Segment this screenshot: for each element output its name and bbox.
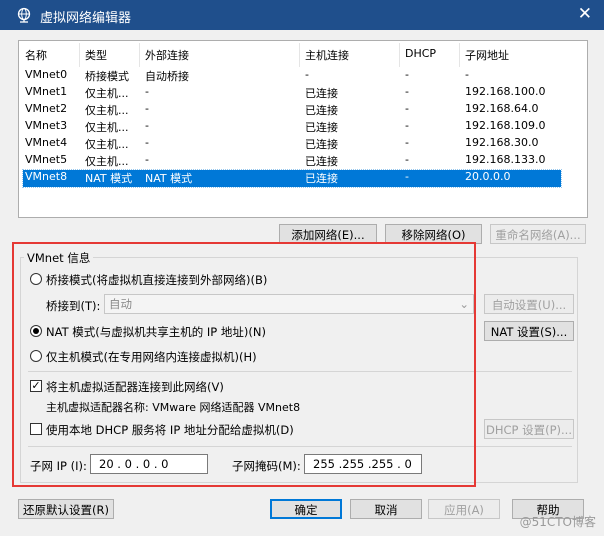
cell-external: - [145,153,149,166]
cell-external: - [145,102,149,115]
cell-host: 已连接 [305,121,338,134]
cell-dhcp: - [405,136,409,149]
cell-type: 仅主机... [85,155,129,168]
network-globe-icon [17,7,31,23]
column-header-name[interactable]: 名称 [25,47,47,63]
cell-host: 已连接 [305,138,338,151]
network-table[interactable]: 名称 类型 外部连接 主机连接 DHCP 子网地址 VMnet0 桥接模式 自动… [18,40,588,218]
cell-external: - [145,119,149,132]
column-header-external[interactable]: 外部连接 [145,47,189,63]
cell-type: 仅主机... [85,138,129,151]
column-divider[interactable] [299,43,300,67]
cell-type: 桥接模式 [85,70,129,83]
cell-external: - [145,136,149,149]
title-bar[interactable]: 虚拟网络编辑器 ✕ [0,0,604,30]
cell-host: 已连接 [305,155,338,168]
cell-dhcp: - [405,85,409,98]
table-row[interactable]: VMnet2 仅主机... - 已连接 - 192.168.64.0 [23,102,561,119]
cell-subnet: 192.168.109.0 [465,119,546,132]
cell-subnet: 192.168.30.0 [465,136,539,149]
cell-name: VMnet4 [25,136,68,149]
column-header-subnet[interactable]: 子网地址 [465,47,509,63]
close-icon[interactable]: ✕ [578,4,592,24]
column-header-type[interactable]: 类型 [85,47,107,63]
cell-subnet: 192.168.64.0 [465,102,539,115]
restore-defaults-button[interactable]: 还原默认设置(R) [18,499,114,519]
cell-name: VMnet8 [25,170,68,183]
window-title: 虚拟网络编辑器 [40,11,132,26]
cell-subnet: 192.168.100.0 [465,85,546,98]
column-divider[interactable] [399,43,400,67]
cell-subnet: - [465,68,469,81]
cell-type: 仅主机... [85,121,129,134]
cell-type: NAT 模式 [85,172,133,185]
ok-button[interactable]: 确定 [270,499,342,519]
watermark: @51CTO博客 [519,515,596,529]
column-header-host[interactable]: 主机连接 [305,47,349,63]
table-row[interactable]: VMnet4 仅主机... - 已连接 - 192.168.30.0 [23,136,561,153]
cell-dhcp: - [405,102,409,115]
cell-name: VMnet3 [25,119,68,132]
cell-host: - [305,68,309,81]
column-header-dhcp[interactable]: DHCP [405,47,436,60]
cell-name: VMnet5 [25,153,68,166]
cell-name: VMnet2 [25,102,68,115]
cell-external: - [145,85,149,98]
cell-subnet: 20.0.0.0 [465,170,511,183]
column-divider[interactable] [459,43,460,67]
cell-dhcp: - [405,119,409,132]
cell-dhcp: - [405,170,409,183]
table-row[interactable]: VMnet0 桥接模式 自动桥接 - - - [23,68,561,85]
auto-settings-button[interactable]: 自动设置(U)... [484,294,574,314]
table-row[interactable]: VMnet5 仅主机... - 已连接 - 192.168.133.0 [23,153,561,170]
cell-type: 仅主机... [85,104,129,117]
cancel-button[interactable]: 取消 [350,499,422,519]
apply-button[interactable]: 应用(A) [428,499,500,519]
rename-network-button[interactable]: 重命名网络(A)... [490,224,586,244]
cell-dhcp: - [405,68,409,81]
table-row[interactable]: VMnet3 仅主机... - 已连接 - 192.168.109.0 [23,119,561,136]
cell-host: 已连接 [305,87,338,100]
cell-external: NAT 模式 [145,172,193,185]
remove-network-button[interactable]: 移除网络(O) [385,224,482,244]
cell-external: 自动桥接 [145,70,189,83]
table-row[interactable]: VMnet1 仅主机... - 已连接 - 192.168.100.0 [23,85,561,102]
column-divider[interactable] [79,43,80,67]
cell-subnet: 192.168.133.0 [465,153,546,166]
column-divider[interactable] [139,43,140,67]
highlight-box [12,242,476,487]
cell-name: VMnet1 [25,85,68,98]
cell-host: 已连接 [305,172,338,185]
cell-type: 仅主机... [85,87,129,100]
cell-dhcp: - [405,153,409,166]
cell-host: 已连接 [305,104,338,117]
cell-name: VMnet0 [25,68,68,81]
nat-settings-button[interactable]: NAT 设置(S)... [484,321,574,341]
dhcp-settings-button[interactable]: DHCP 设置(P)... [484,419,574,439]
add-network-button[interactable]: 添加网络(E)... [279,224,377,244]
table-row-selected[interactable]: VMnet8 NAT 模式 NAT 模式 已连接 - 20.0.0.0 [22,169,562,188]
